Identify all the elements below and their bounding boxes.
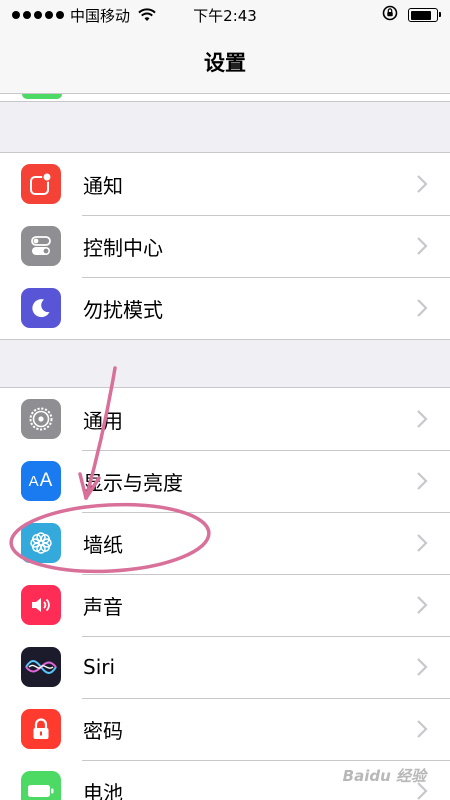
settings-row-general[interactable]: 通用 [0,388,450,450]
siri-icon [21,647,61,687]
status-bar: 中国移动 下午2:43 [0,0,450,30]
settings-row-label: 控制中心 [83,235,163,260]
navigation-bar: 设置 [0,30,450,94]
settings-row-label: 显示与亮度 [83,470,183,495]
wifi-icon [138,8,156,22]
chevron-right-icon [417,596,428,614]
chevron-right-icon [417,720,428,738]
chevron-right-icon [417,658,428,676]
settings-row-label: 通用 [83,408,123,433]
battery-status-icon [408,8,441,22]
chevron-right-icon [417,237,428,255]
previous-row-sliver [0,94,450,102]
wallpaper-flower-icon [21,523,61,563]
carrier-name: 中国移动 [70,6,131,25]
signal-strength-icon [12,11,64,19]
rotation-lock-icon [382,5,398,25]
settings-row-label: 墙纸 [83,532,123,557]
settings-row-label: Siri [83,655,116,679]
display-aa-icon: AA [21,461,61,501]
settings-row-control-center[interactable]: 控制中心 [0,215,450,277]
settings-row-wallpaper[interactable]: 墙纸 [0,512,450,574]
settings-row-passcode[interactable]: 密码 [0,698,450,760]
control-center-icon [21,226,61,266]
chevron-right-icon [417,410,428,428]
notifications-icon [21,164,61,204]
gear-icon [21,399,61,439]
chevron-right-icon [417,534,428,552]
moon-icon [21,288,61,328]
chevron-right-icon [417,472,428,490]
chevron-right-icon [417,299,428,317]
settings-row-do-not-disturb[interactable]: 勿扰模式 [0,277,450,339]
settings-row-notifications[interactable]: 通知 [0,153,450,215]
settings-group-1: 通知 控制中心 勿扰模式 [0,152,450,340]
battery-icon [21,771,61,800]
settings-row-siri[interactable]: Siri [0,636,450,698]
speaker-icon [21,585,61,625]
settings-row-display-brightness[interactable]: AA 显示与亮度 [0,450,450,512]
settings-row-label: 通知 [83,173,123,198]
chevron-right-icon [417,175,428,193]
settings-row-label: 声音 [83,594,123,619]
settings-row-label: 勿扰模式 [83,297,163,322]
watermark-logo: Baidu 经验 [342,767,426,785]
settings-group-2: 通用 AA 显示与亮度 墙纸 声音 Siri 密码 电池 [0,387,450,800]
lock-icon [21,709,61,749]
settings-row-label: 密码 [83,718,123,743]
settings-row-sounds[interactable]: 声音 [0,574,450,636]
page-title: 设置 [204,50,246,75]
status-time: 下午2:43 [193,6,257,25]
